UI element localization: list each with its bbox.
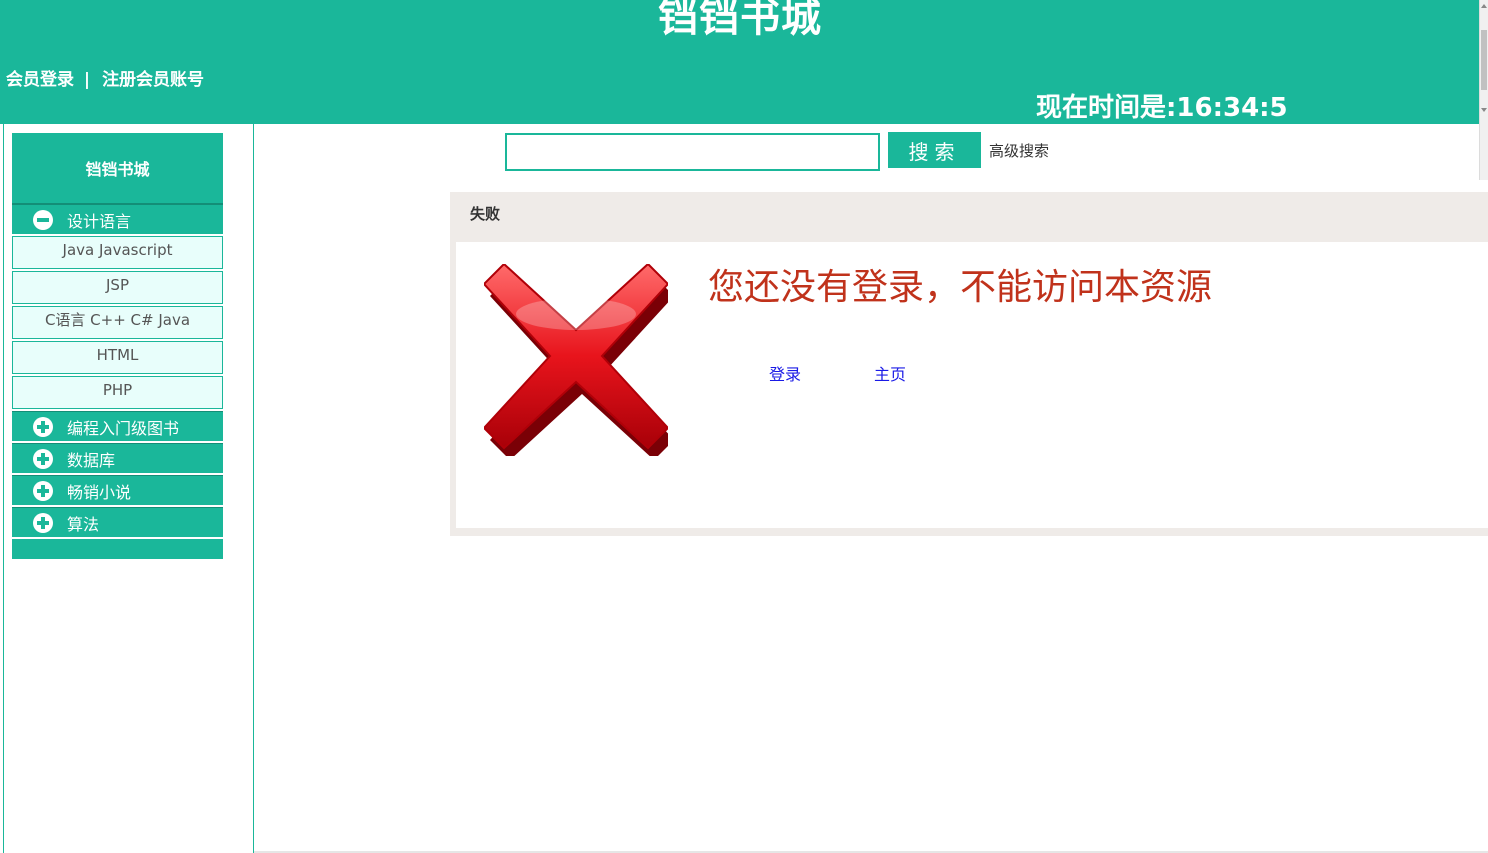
menu-algorithms[interactable]: 算法 [12, 507, 223, 539]
error-message: 您还没有登录，不能访问本资源 [708, 267, 1213, 308]
scroll-down-arrow-icon[interactable] [1481, 108, 1487, 112]
site-title: 铛铛书城 [658, 0, 822, 41]
panel-title: 失败 [470, 205, 501, 223]
menu-design-languages[interactable]: 设计语言 [12, 204, 223, 236]
sidebar-title: 铛铛书城 [12, 133, 223, 204]
menu-label: 算法 [67, 514, 100, 534]
advanced-search-link[interactable]: 高级搜索 [989, 141, 1049, 161]
message-panel: 失败 您还没有登录，不能访问本资源 登录 主页 [450, 192, 1488, 536]
plus-circle-icon [33, 448, 53, 469]
panel-body: 您还没有登录，不能访问本资源 登录 主页 [456, 242, 1488, 528]
page-scrollbar[interactable] [1479, 0, 1488, 180]
register-link[interactable]: 注册会员账号 [102, 70, 204, 90]
menu-label: 编程入门级图书 [67, 418, 180, 438]
menu-label: 畅销小说 [67, 482, 132, 502]
sidebar-menu: 铛铛书城 设计语言 Java Javascript JSP C语言 C++ C#… [12, 133, 223, 559]
submenu-jsp[interactable]: JSP [12, 271, 223, 304]
scroll-up-arrow-icon[interactable] [1481, 4, 1487, 8]
search-input[interactable] [505, 133, 880, 171]
menu-beginner-books[interactable]: 编程入门级图书 [12, 411, 223, 443]
submenu-java-javascript[interactable]: Java Javascript [12, 236, 223, 269]
login-link[interactable]: 登录 [769, 364, 801, 386]
plus-circle-icon [33, 480, 53, 501]
plus-circle-icon [33, 512, 53, 533]
plus-circle-icon [33, 416, 53, 437]
auth-links: 会员登录 | 注册会员账号 [6, 68, 204, 92]
submenu-php[interactable]: PHP [12, 376, 223, 409]
search-button[interactable]: 搜索 [888, 132, 981, 168]
scroll-thumb[interactable] [1481, 30, 1487, 90]
submenu-c-languages[interactable]: C语言 C++ C# Java [12, 306, 223, 339]
site-header: 铛铛书城 会员登录 | 注册会员账号 现在时间是:16:34:5 [0, 0, 1480, 124]
sidebar-footer [12, 539, 223, 559]
red-x-icon [484, 264, 668, 456]
member-login-link[interactable]: 会员登录 [6, 70, 74, 90]
menu-label: 数据库 [67, 450, 116, 470]
current-time: 现在时间是:16:34:5 [1036, 93, 1288, 123]
submenu-html[interactable]: HTML [12, 341, 223, 374]
menu-bestseller-novels[interactable]: 畅销小说 [12, 475, 223, 507]
menu-label: 设计语言 [67, 211, 132, 231]
home-link[interactable]: 主页 [874, 364, 906, 386]
auth-separator: | [83, 70, 91, 90]
minus-circle-icon [33, 209, 53, 230]
menu-database[interactable]: 数据库 [12, 443, 223, 475]
